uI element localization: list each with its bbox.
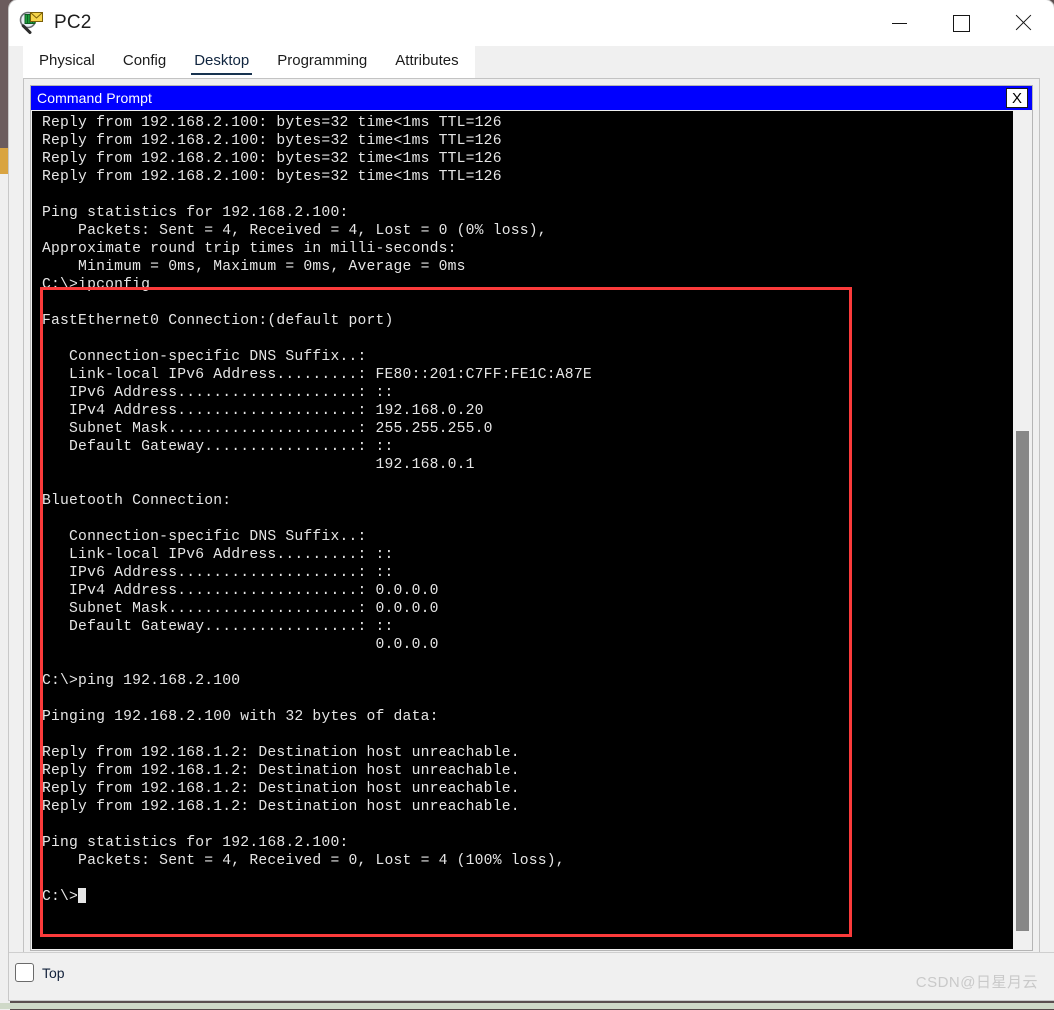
window-titlebar: PC2 (9, 0, 1054, 46)
maximize-icon (952, 14, 970, 32)
window-controls (868, 0, 1054, 46)
desktop-content-panel: Command Prompt X Reply from 192.168.2.10… (23, 78, 1040, 978)
tab-config[interactable]: Config (109, 46, 180, 78)
window-bottom-bar: Top CSDN@日星月云 (9, 952, 1054, 1000)
device-tabs-inner: Physical Config Desktop Programming Attr… (23, 46, 475, 78)
maximize-button[interactable] (930, 0, 992, 46)
terminal-scrollbar-thumb[interactable] (1016, 431, 1029, 931)
tab-desktop[interactable]: Desktop (180, 46, 263, 78)
close-icon (1013, 13, 1033, 33)
top-checkbox-label: Top (42, 964, 65, 981)
command-prompt-title: Command Prompt (37, 90, 152, 106)
command-prompt-close-button[interactable]: X (1006, 88, 1028, 108)
terminal-caret (78, 888, 87, 903)
packet-tracer-icon (19, 10, 45, 36)
top-checkbox[interactable] (15, 963, 34, 982)
tab-physical[interactable]: Physical (25, 46, 109, 78)
device-tabs: Physical Config Desktop Programming Attr… (9, 46, 1054, 78)
command-prompt-titlebar: Command Prompt X (31, 86, 1032, 110)
window-title-group: PC2 (9, 10, 92, 36)
terminal-output[interactable]: Reply from 192.168.2.100: bytes=32 time<… (32, 111, 1013, 949)
window-title-text: PC2 (54, 12, 92, 33)
close-button[interactable] (992, 0, 1054, 46)
tab-programming[interactable]: Programming (263, 46, 381, 78)
minimize-button[interactable] (868, 0, 930, 46)
minimize-icon (891, 22, 907, 24)
terminal-scrollbar[interactable] (1013, 111, 1031, 949)
terminal-text-boxed: C:\>ipconfig FastEthernet0 Connection:(d… (42, 277, 592, 905)
backdrop-bottom-band (0, 1003, 1054, 1009)
command-prompt-window: Command Prompt X Reply from 192.168.2.10… (30, 85, 1033, 951)
terminal-area: Reply from 192.168.2.100: bytes=32 time<… (32, 111, 1031, 949)
terminal-text-upper: Reply from 192.168.2.100: bytes=32 time<… (42, 115, 547, 275)
pc2-device-window: PC2 Physical Config Desktop Programming … (9, 0, 1054, 1000)
watermark-text: CSDN@日星月云 (915, 974, 1038, 991)
top-checkbox-group[interactable]: Top (15, 963, 65, 982)
tab-attributes[interactable]: Attributes (381, 46, 472, 78)
